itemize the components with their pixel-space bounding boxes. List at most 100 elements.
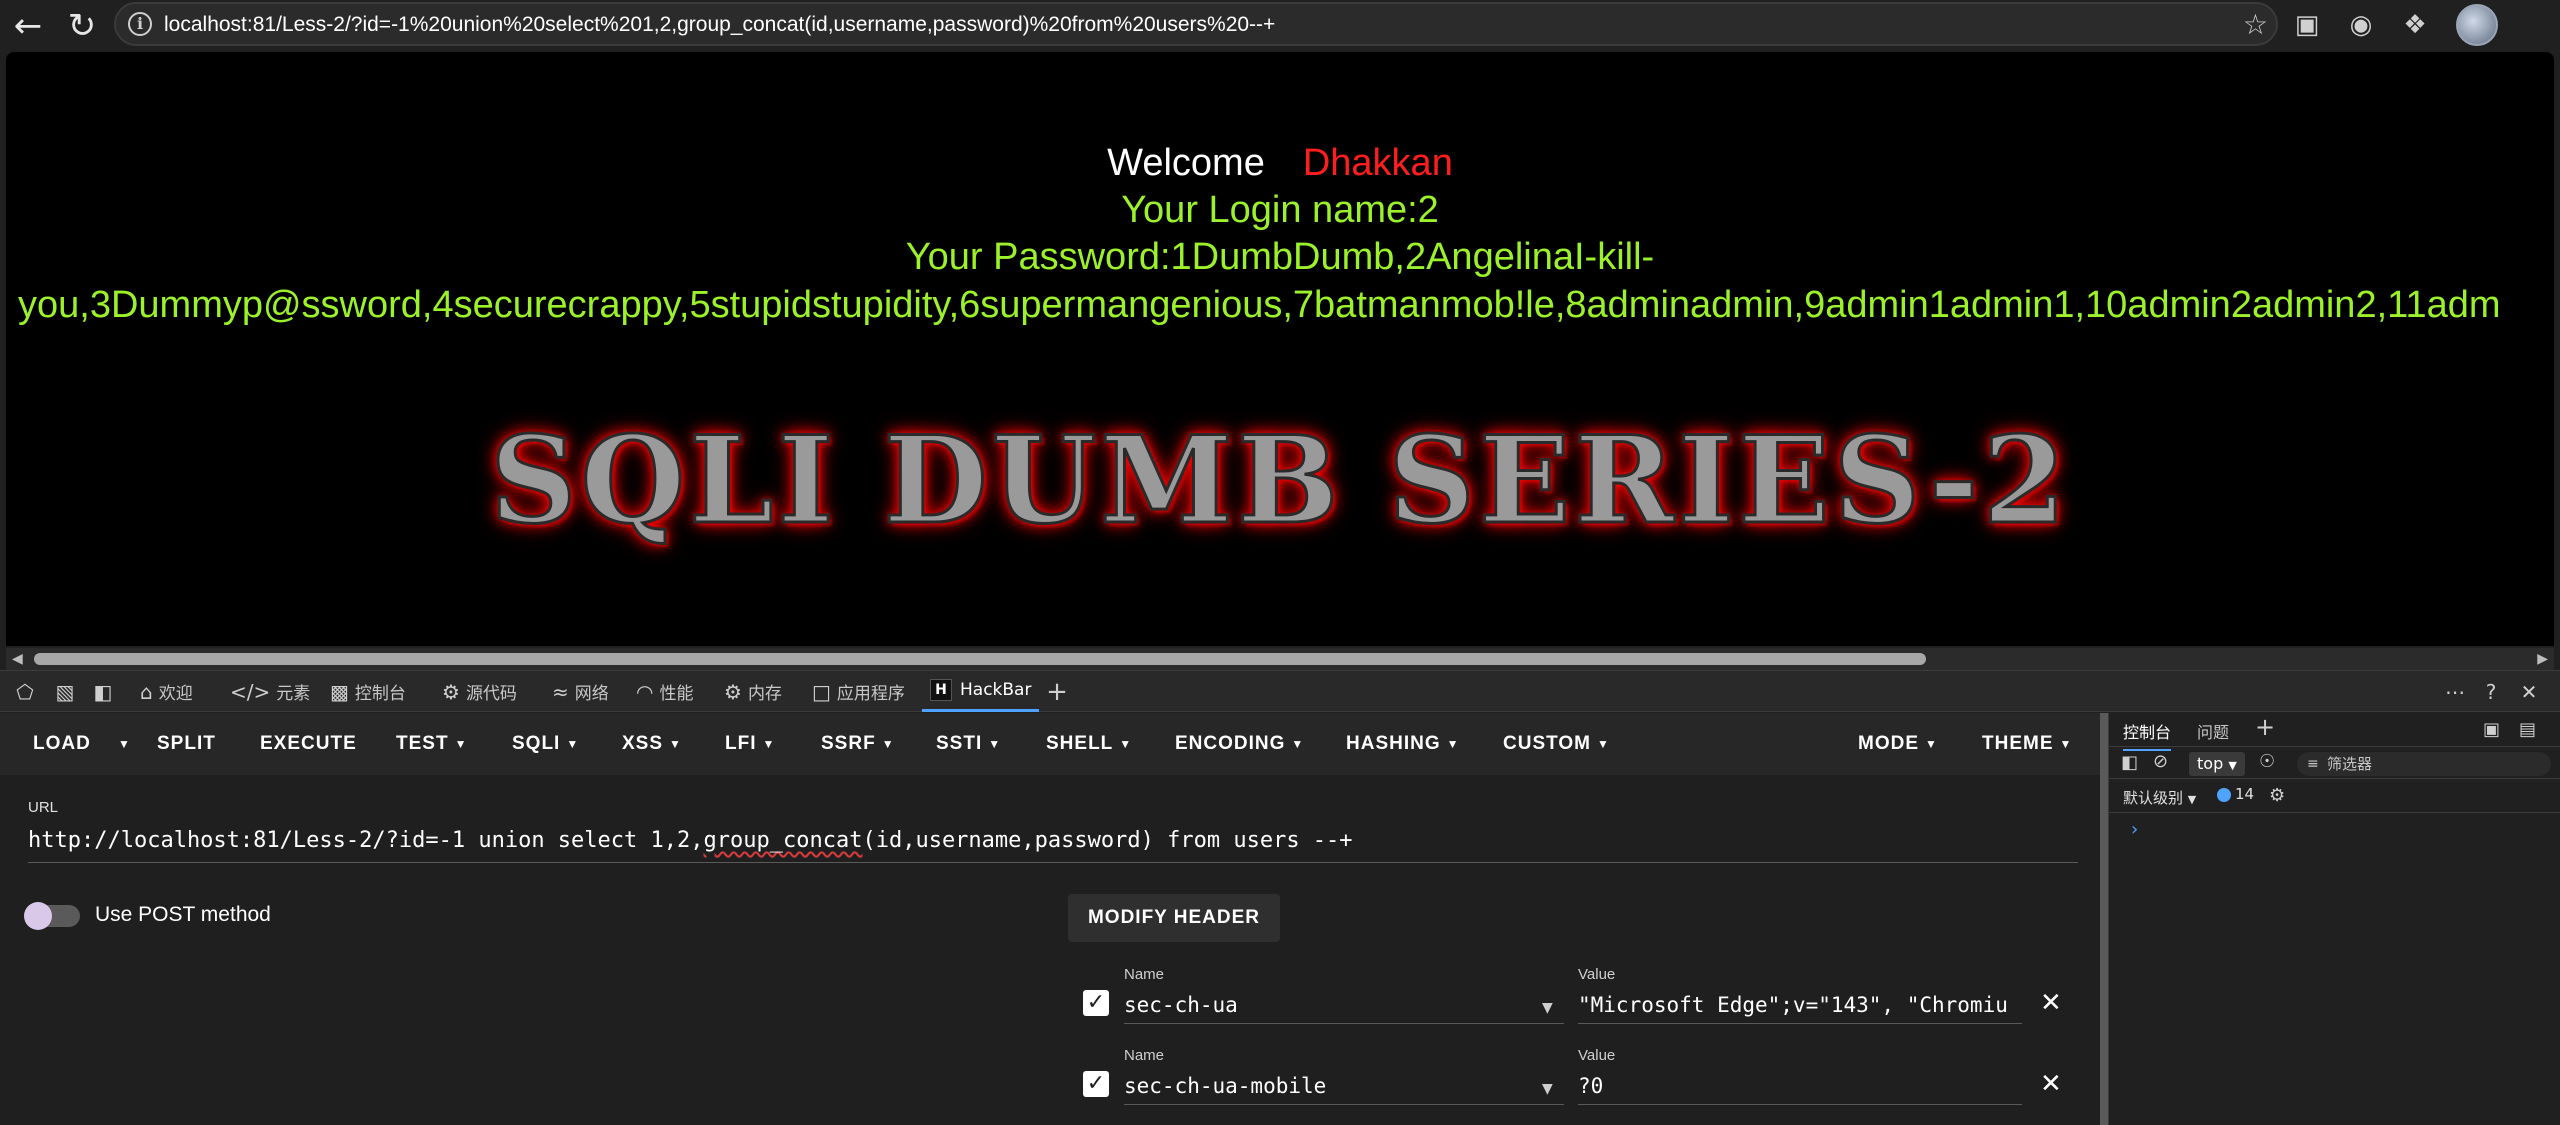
console-prompt-chevron-icon[interactable]: › <box>2131 819 2138 840</box>
horizontal-scrollbar[interactable]: ◀ ▶ <box>6 648 2554 670</box>
extensions-puzzle-icon[interactable]: ❖ <box>2396 6 2434 44</box>
remove-header-close-icon[interactable]: ✕ <box>2040 988 2062 1018</box>
hashing-label: HASHING <box>1346 733 1441 755</box>
tab-label: 控制台 <box>354 684 406 704</box>
scroll-left-arrow-icon[interactable]: ◀ <box>12 651 23 667</box>
lfi-menu[interactable]: LFI ▼ <box>725 713 775 775</box>
login-name-text: Your Login name:2 <box>1121 189 1439 231</box>
url-text: (id,username,password) from users --+ <box>862 828 1353 853</box>
sidebar-toggle-icon[interactable]: ◧ <box>2121 752 2138 773</box>
custom-menu[interactable]: CUSTOM ▼ <box>1503 713 1610 775</box>
add-tab-icon[interactable]: + <box>1044 679 1070 705</box>
welcome-username: Dhakkan <box>1302 142 1453 184</box>
scrollbar-thumb[interactable] <box>34 653 1926 665</box>
post-method-toggle[interactable] <box>24 902 80 930</box>
split-label: SPLIT <box>157 733 216 754</box>
tab-elements[interactable]: </> 元素 <box>230 671 310 712</box>
tab-hackbar[interactable]: H HackBar <box>922 671 1040 712</box>
custom-label: CUSTOM <box>1503 733 1591 755</box>
tab-console[interactable]: ▩ 控制台 <box>330 671 406 712</box>
settings-gear-icon[interactable]: ⚙ <box>2269 785 2285 806</box>
tab-welcome[interactable]: ⌂ 欢迎 <box>140 671 193 712</box>
app-icon: □ <box>812 679 831 704</box>
tab-issues[interactable]: 问题 <box>2197 719 2229 749</box>
test-menu[interactable]: TEST ▼ <box>396 713 467 775</box>
tab-label: 应用程序 <box>836 684 905 704</box>
filter-icon: ≡ <box>2307 756 2319 772</box>
close-devtools-icon[interactable]: ✕ <box>2516 679 2542 705</box>
theme-menu[interactable]: THEME ▼ <box>1982 713 2072 775</box>
header-enabled-checkbox[interactable]: ✓ <box>1083 1071 1109 1097</box>
scroll-right-arrow-icon[interactable]: ▶ <box>2537 651 2548 667</box>
header-name-field[interactable]: sec-ch-ua <box>1124 988 1564 1024</box>
chevron-down-icon[interactable]: ▼ <box>1542 1000 1553 1016</box>
address-url[interactable]: localhost:81/Less-2/?id=-1%20union%20sel… <box>164 13 1275 37</box>
panel-splitter[interactable] <box>2100 713 2108 1125</box>
ssrf-menu[interactable]: SSRF ▼ <box>821 713 895 775</box>
header-row: ✓ Name Value sec-ch-ua-mobile ▼ ?0 ✕ <box>1080 1047 2080 1125</box>
shell-menu[interactable]: SHELL ▼ <box>1046 713 1132 775</box>
address-bar[interactable]: i localhost:81/Less-2/?id=-1%20union%20s… <box>114 2 2278 46</box>
context-value: top <box>2197 754 2224 773</box>
header-enabled-checkbox[interactable]: ✓ <box>1083 990 1109 1016</box>
more-options-icon[interactable]: ⋯ <box>2442 679 2468 705</box>
post-method-label: Use POST method <box>95 903 271 926</box>
tab-memory[interactable]: ⚙ 内存 <box>724 671 782 712</box>
welcome-line: Welcome Dhakkan <box>6 142 2554 185</box>
eye-icon[interactable]: ☉ <box>2259 751 2275 772</box>
chevron-down-icon[interactable]: ▼ <box>1542 1081 1553 1097</box>
help-icon[interactable]: ? <box>2478 679 2504 705</box>
site-info-icon[interactable]: i <box>128 12 152 36</box>
tab-sources[interactable]: ⚙ 源代码 <box>442 671 517 712</box>
tab-label: 性能 <box>659 684 694 704</box>
log-level-select[interactable]: 默认级别 ▼ <box>2123 787 2196 808</box>
test-label: TEST <box>396 733 449 755</box>
xss-label: XSS <box>622 733 664 755</box>
chevron-down-icon: ▼ <box>762 737 776 751</box>
load-dropdown-icon[interactable]: ▼ <box>112 713 131 775</box>
password-text: Your Password:1DumbDumb,2AngelinaI-kill- <box>905 236 1655 278</box>
undock-icon[interactable]: ▣ <box>2483 719 2500 740</box>
tab-application[interactable]: □ 应用程序 <box>812 671 905 712</box>
header-value-field[interactable]: "Microsoft Edge";v="143", "Chromiu <box>1578 988 2022 1024</box>
ssti-menu[interactable]: SSTI ▼ <box>936 713 1001 775</box>
encoding-menu[interactable]: ENCODING ▼ <box>1175 713 1304 775</box>
bug-icon: ⚙ <box>442 679 460 704</box>
back-arrow-icon[interactable]: ← <box>6 4 50 48</box>
tab-label: 源代码 <box>465 684 517 704</box>
hashing-menu[interactable]: HASHING ▼ <box>1346 713 1460 775</box>
mode-menu[interactable]: MODE ▼ <box>1858 713 1938 775</box>
url-input[interactable]: http://localhost:81/Less-2/?id=-1 union … <box>28 825 2078 863</box>
header-value-field[interactable]: ?0 <box>1578 1069 2022 1105</box>
remove-header-close-icon[interactable]: ✕ <box>2040 1069 2062 1099</box>
modify-header-button[interactable]: MODIFY HEADER <box>1068 894 1280 942</box>
console-filter-input[interactable]: ≡ 筛选器 <box>2297 752 2551 776</box>
favorite-star-icon[interactable]: ☆ <box>2243 8 2268 41</box>
profile-avatar[interactable] <box>2456 4 2498 46</box>
message-count-badge[interactable]: 14 <box>2217 785 2254 803</box>
extension-circle-icon[interactable]: ◉ <box>2342 6 2380 44</box>
sqli-menu[interactable]: SQLI ▼ <box>512 713 579 775</box>
inspect-element-icon[interactable]: ⬠ <box>12 679 38 705</box>
header-name-field[interactable]: sec-ch-ua-mobile <box>1124 1069 1564 1105</box>
add-tab-icon[interactable]: + <box>2255 713 2275 741</box>
hackbar-panel: LOAD ▼ SPLIT EXECUTE TEST ▼ SQLI ▼ XSS ▼ LF… <box>0 713 2100 1125</box>
header-value-label: Value <box>1578 1047 1616 1064</box>
split-button[interactable]: SPLIT <box>157 713 216 775</box>
xss-menu[interactable]: XSS ▼ <box>622 713 682 775</box>
tab-network[interactable]: ≈ 网络 <box>552 671 609 712</box>
url-label: URL <box>28 799 59 816</box>
dock-side-icon[interactable]: ◧ <box>90 679 116 705</box>
load-button[interactable]: LOAD <box>33 713 91 775</box>
execute-button[interactable]: EXECUTE <box>260 713 357 775</box>
gauge-icon: ◠ <box>636 679 654 704</box>
clear-console-icon[interactable]: ⊘ <box>2153 751 2168 772</box>
device-toolbar-icon[interactable]: ▧ <box>52 679 78 705</box>
context-select[interactable]: top ▼ <box>2189 752 2245 776</box>
reload-icon[interactable]: ↻ <box>60 4 104 48</box>
console-toolbar: ◧ ⊘ top ▼ ☉ ≡ 筛选器 <box>2109 747 2560 779</box>
header-name-label: Name <box>1124 966 1165 983</box>
dock-bottom-icon[interactable]: ▤ <box>2519 719 2536 740</box>
tab-performance[interactable]: ◠ 性能 <box>636 671 693 712</box>
split-screen-icon[interactable]: ▣ <box>2288 6 2326 44</box>
